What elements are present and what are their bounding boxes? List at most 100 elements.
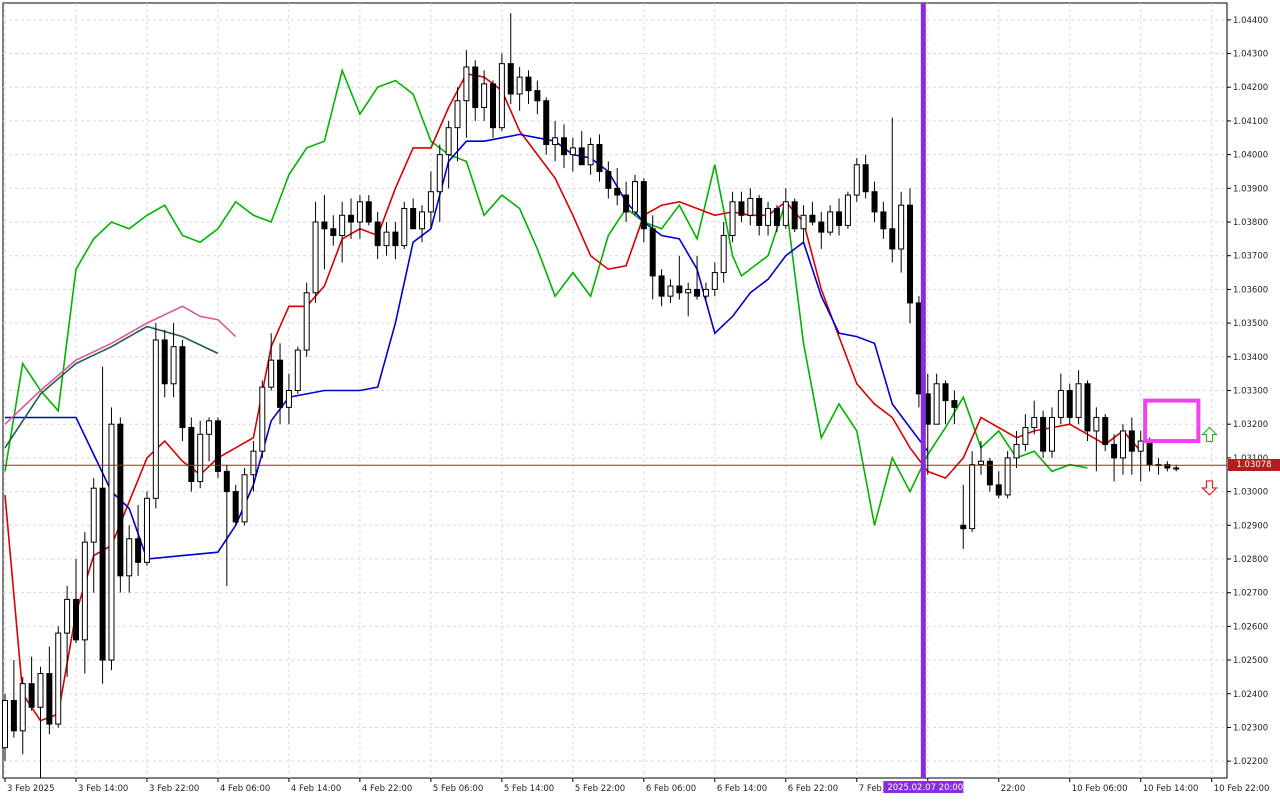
candle-body: [454, 100, 461, 129]
candle-body: [1102, 416, 1109, 445]
candle-body: [152, 339, 159, 499]
x-tick-label: 4 Feb 14:00: [291, 784, 341, 794]
candle-body: [995, 484, 1002, 496]
candle-body: [285, 390, 292, 408]
candle-body: [330, 228, 337, 236]
candle-body: [64, 598, 71, 634]
y-tick-label: 1.02200: [1233, 757, 1268, 767]
candle-body: [898, 204, 905, 250]
candle-body: [135, 538, 142, 563]
candle-body: [800, 214, 807, 230]
candle-body: [445, 127, 452, 156]
y-tick-label: 1.03900: [1233, 184, 1268, 194]
candle-body: [631, 181, 638, 213]
candle-body: [596, 144, 603, 172]
candle-body: [818, 221, 825, 233]
candle-body: [472, 66, 479, 108]
candle-body: [525, 76, 532, 92]
x-tick-label: 3 Feb 22:00: [149, 784, 199, 794]
candle-body: [1031, 416, 1038, 429]
candle-body: [321, 221, 328, 230]
x-tick-label: 22:00: [1001, 784, 1026, 794]
candle-body: [170, 346, 177, 385]
candle-body: [543, 100, 550, 146]
candle-body: [161, 339, 168, 385]
chart: 1.02200 1.02300 1.02400 1.02500 1.02600 1.027…: [0, 0, 1280, 800]
candle-body: [481, 83, 488, 108]
candle-body: [685, 288, 692, 294]
candle-body: [427, 191, 434, 213]
y-tick-label: 1.02700: [1233, 589, 1268, 599]
candle-body: [419, 211, 426, 230]
price-chart: 1.02200 1.02300 1.02400 1.02500 1.02600 1.027…: [2, 2, 1269, 794]
candle-body: [1075, 383, 1082, 418]
candle-body: [223, 470, 230, 493]
candle-body: [143, 497, 150, 563]
y-tick-label: 1.03300: [1233, 387, 1268, 397]
candle-body: [782, 201, 789, 226]
candle-body: [907, 204, 914, 304]
x-tick-label: 4 Feb 06:00: [220, 784, 270, 794]
candle-body: [312, 221, 319, 294]
candle-body: [303, 292, 310, 351]
candle-body: [46, 673, 53, 725]
candle-body: [1004, 457, 1011, 496]
candle-body: [1119, 430, 1126, 459]
candle-body: [392, 231, 399, 247]
candle-body: [401, 208, 408, 247]
candle-body: [294, 349, 301, 391]
current-price-tag: 1.03078: [1228, 459, 1280, 472]
candle-body: [1093, 416, 1100, 432]
candle-body: [711, 272, 718, 290]
candle-body: [720, 235, 727, 274]
y-tick-label: 1.04400: [1233, 16, 1268, 26]
y-tick-label: 1.04200: [1233, 83, 1268, 93]
candle-body: [436, 154, 443, 193]
y-tick-label: 1.02400: [1233, 690, 1268, 700]
candle-body: [933, 383, 940, 425]
candle-body: [348, 214, 355, 223]
candle-body: [827, 211, 834, 233]
candle-body: [19, 683, 26, 732]
candle-body: [667, 285, 674, 297]
candle-body: [889, 228, 896, 250]
y-tick-label: 1.03500: [1233, 319, 1268, 329]
candle-body: [1137, 440, 1144, 452]
candle-body: [694, 288, 701, 297]
y-tick-label: 1.03000: [1233, 488, 1268, 498]
y-tick-label: 1.03600: [1233, 285, 1268, 295]
candle-body: [942, 383, 949, 402]
candle-body: [1057, 390, 1064, 418]
candle-body: [250, 450, 257, 476]
x-tick-label: 3 Feb 2025: [7, 784, 55, 794]
x-tick-label: 5 Feb 22:00: [575, 784, 625, 794]
candle-body: [791, 201, 798, 230]
candle-body: [463, 66, 470, 102]
candle-body: [978, 460, 984, 466]
candle-body: [268, 359, 275, 388]
x-tick-label: 5 Feb 14:00: [504, 784, 554, 794]
candle-body: [765, 208, 772, 226]
candle-body: [614, 187, 621, 196]
candle-body: [108, 423, 115, 661]
candle-body: [640, 181, 647, 230]
candle-body: [277, 359, 284, 408]
candle-body: [844, 194, 851, 226]
y-tick-label: 1.02800: [1233, 555, 1268, 565]
candle-body: [853, 164, 860, 196]
candle-body: [1040, 416, 1047, 452]
candle-body: [1084, 383, 1091, 432]
candle-body: [516, 76, 523, 95]
y-tick-label: 1.04300: [1233, 50, 1268, 60]
candle-body: [356, 201, 363, 223]
candle-body: [28, 683, 35, 708]
x-tick-label: 3 Feb 14:00: [78, 784, 128, 794]
candle-body: [534, 90, 541, 102]
candle-body: [55, 632, 62, 725]
candle-body: [241, 474, 248, 523]
y-tick-label: 1.02500: [1233, 656, 1268, 666]
candle-body: [507, 63, 514, 95]
y-tick-label: 1.03400: [1233, 353, 1268, 363]
candle-body: [188, 427, 195, 482]
candle-body: [623, 194, 630, 213]
